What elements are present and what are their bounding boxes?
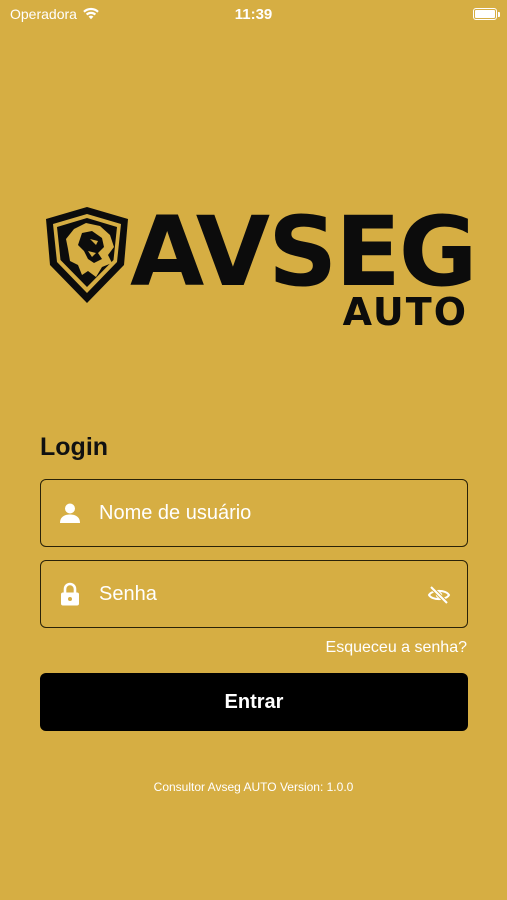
battery-level bbox=[475, 10, 495, 18]
password-field[interactable] bbox=[40, 560, 468, 628]
logo-wordmark: AVSEG bbox=[130, 196, 478, 308]
lock-icon bbox=[59, 582, 81, 606]
status-time: 11:39 bbox=[234, 5, 273, 23]
battery-icon bbox=[473, 8, 500, 20]
status-left: Operadora bbox=[10, 6, 100, 23]
username-field[interactable] bbox=[40, 479, 468, 547]
wifi-icon bbox=[82, 6, 100, 23]
password-input[interactable] bbox=[99, 561, 467, 627]
status-bar: Operadora 11:39 bbox=[0, 0, 507, 28]
eye-off-icon[interactable] bbox=[427, 583, 451, 607]
lion-shield-icon bbox=[46, 207, 128, 303]
carrier-label: Operadora bbox=[10, 6, 77, 22]
person-icon bbox=[59, 502, 81, 524]
login-title: Login bbox=[40, 433, 109, 461]
login-button[interactable]: Entrar bbox=[40, 673, 468, 731]
avseg-logo: AVSEG AUTO bbox=[44, 196, 478, 334]
forgot-password-link[interactable]: Esqueceu a senha? bbox=[326, 639, 467, 657]
version-label: Consultor Avseg AUTO Version: 1.0.0 bbox=[153, 780, 354, 794]
username-input[interactable] bbox=[99, 480, 467, 546]
logo-subtitle: AUTO bbox=[342, 290, 468, 334]
